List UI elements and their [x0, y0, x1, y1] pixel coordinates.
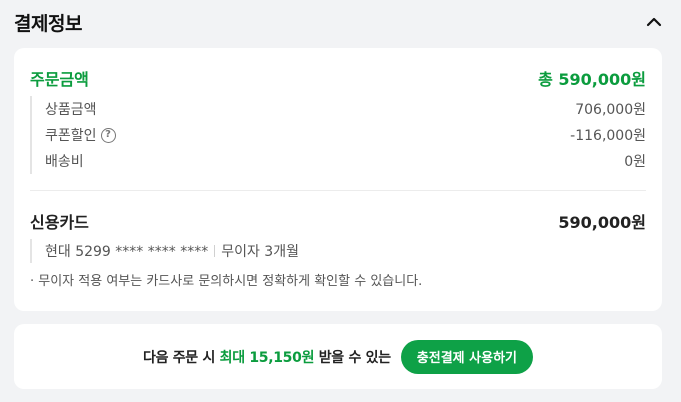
divider — [30, 190, 646, 191]
shipping-fee-label: 배송비 — [45, 154, 84, 170]
order-total-row: 주문금액 총 590,000원 — [30, 66, 646, 90]
shipping-fee-value: 0원 — [624, 154, 646, 170]
payment-method-row: 신용카드 590,000원 — [30, 208, 646, 234]
breakdown-row-shipping: 배송비 0원 — [45, 148, 646, 174]
promo-text-after: 받을 수 있는 — [314, 349, 391, 366]
installment-notice: · 무이자 적용 여부는 카드사로 문의하시면 정확하게 확인할 수 있습니다. — [30, 273, 423, 289]
charge-payment-button[interactable]: 충전결제 사용하기 — [400, 339, 533, 374]
promo-card: 다음 주문 시 최대 15,150원 받을 수 있는 충전결제 사용하기 — [14, 324, 662, 389]
payment-info-header: 결제정보 — [14, 6, 667, 38]
card-detail: 현대 5299 **** **** **** 무이자 3개월 — [30, 239, 646, 263]
payment-method-label: 신용카드 — [30, 213, 89, 232]
question-circle-icon[interactable]: ? — [100, 127, 116, 143]
promo-text-before: 다음 주문 시 — [142, 349, 220, 366]
installment-info: 무이자 3개월 — [221, 244, 299, 260]
breakdown-row-product: 상품금액 706,000원 — [45, 96, 646, 122]
card-number: 현대 5299 **** **** **** — [45, 244, 209, 260]
payment-summary-card: 주문금액 총 590,000원 상품금액 706,000원 쿠폰할인 ? -11… — [14, 48, 662, 311]
order-breakdown: 상품금액 706,000원 쿠폰할인 ? -116,000원 배송비 0원 — [30, 96, 646, 174]
product-amount-value: 706,000원 — [575, 102, 646, 118]
payment-method-amount: 590,000원 — [558, 213, 646, 232]
promo-text: 다음 주문 시 최대 15,150원 받을 수 있는 — [143, 347, 391, 367]
coupon-discount-value: -116,000원 — [570, 128, 646, 144]
promo-highlight: 최대 15,150원 — [219, 349, 315, 366]
separator — [214, 245, 216, 257]
coupon-discount-label: 쿠폰할인 — [45, 128, 97, 144]
order-amount-label: 주문금액 — [30, 70, 89, 89]
section-title: 결제정보 — [14, 12, 82, 35]
order-total-amount: 총 590,000원 — [538, 70, 646, 89]
chevron-up-icon — [646, 17, 662, 27]
breakdown-row-coupon: 쿠폰할인 ? -116,000원 — [45, 122, 646, 148]
product-amount-label: 상품금액 — [45, 102, 97, 118]
collapse-button[interactable] — [641, 9, 667, 35]
